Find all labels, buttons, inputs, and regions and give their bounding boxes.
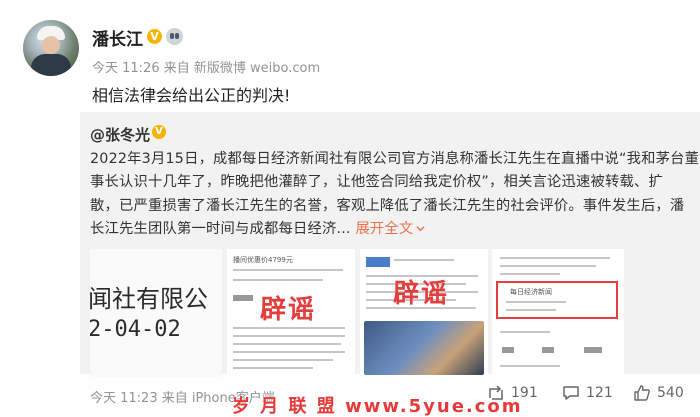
comment-icon [563, 386, 579, 400]
repost-card[interactable]: @张冬光 V 2022年3月15日，成都每日经济新闻社有限公司官方消息称潘长江先… [80, 112, 700, 377]
like-button[interactable]: 540 [633, 384, 684, 402]
watermark: 岁 月 联 盟 www.5yue.com [232, 396, 523, 417]
image-text: 闻社有限公 [90, 285, 208, 313]
repost-author[interactable]: @张冬光 [90, 124, 150, 145]
expand-label[interactable]: 展开全文 [355, 221, 413, 237]
image-thumbnail-2[interactable]: 播间优惠价4799元 辟谣 [227, 249, 355, 377]
repost-text-line: 散，已严重损害了潘长江先生的名誉，客观上降低了潘长江先生的社会评价。事件发生后，… [90, 197, 685, 214]
repost-text-tail: 长江先生团队第一时间与成都每日经济... [90, 220, 351, 237]
image-caption: 播间优惠价4799元 [233, 256, 293, 264]
verified-badge-icon: V [147, 29, 162, 44]
repost-text: 2022年3月15日，成都每日经济新闻社有限公司官方消息称潘长江先生在直播中说“… [90, 148, 700, 241]
author-name[interactable]: 潘长江 [92, 25, 143, 50]
verified-badge-icon: V [152, 125, 166, 139]
image-text: 2-04-02 [90, 317, 181, 342]
post-text: 相信法律会给出公正的判决! [92, 86, 291, 105]
vip-badge-icon [166, 28, 183, 45]
chevron-down-icon [416, 226, 426, 232]
author-avatar[interactable] [23, 20, 79, 76]
rumor-stamp: 辟谣 [260, 295, 317, 325]
image-gallery: 闻社有限公 2-04-02 播间优惠价4799元 辟谣 辟谣 每日经济新闻 [90, 249, 700, 377]
repost-text-line: 2022年3月15日，成都每日经济新闻社有限公司官方消息称潘长江先生在直播中说“… [90, 151, 700, 167]
image-thumbnail-4[interactable]: 每日经济新闻 [492, 249, 624, 377]
repost-text-line-last: 长江先生团队第一时间与成都每日经济... 展开全文 [90, 218, 695, 241]
image-thumbnail-3[interactable]: 辟谣 [360, 249, 488, 377]
post-meta[interactable]: 今天 11:26 来自 新版微博 weibo.com [92, 57, 320, 76]
comment-button[interactable]: 121 [562, 384, 613, 402]
comment-count: 121 [586, 385, 613, 401]
image-thumbnail-1[interactable]: 闻社有限公 2-04-02 [90, 249, 222, 377]
repost-text-line: 事长认识十几年了，昨晚把他灌醉了，让他签合同给我定价权”，相关言论迅速被转载、扩 [90, 174, 663, 191]
like-count: 540 [657, 385, 684, 401]
expand-full-text-link[interactable]: 展开全文 [355, 221, 426, 237]
image-caption: 每日经济新闻 [510, 288, 552, 296]
rumor-stamp: 辟谣 [393, 279, 450, 309]
post-header: 潘长江 V 今天 11:26 来自 新版微博 weibo.com 相信法律会给出… [0, 0, 700, 112]
thumbs-up-icon [634, 385, 650, 401]
